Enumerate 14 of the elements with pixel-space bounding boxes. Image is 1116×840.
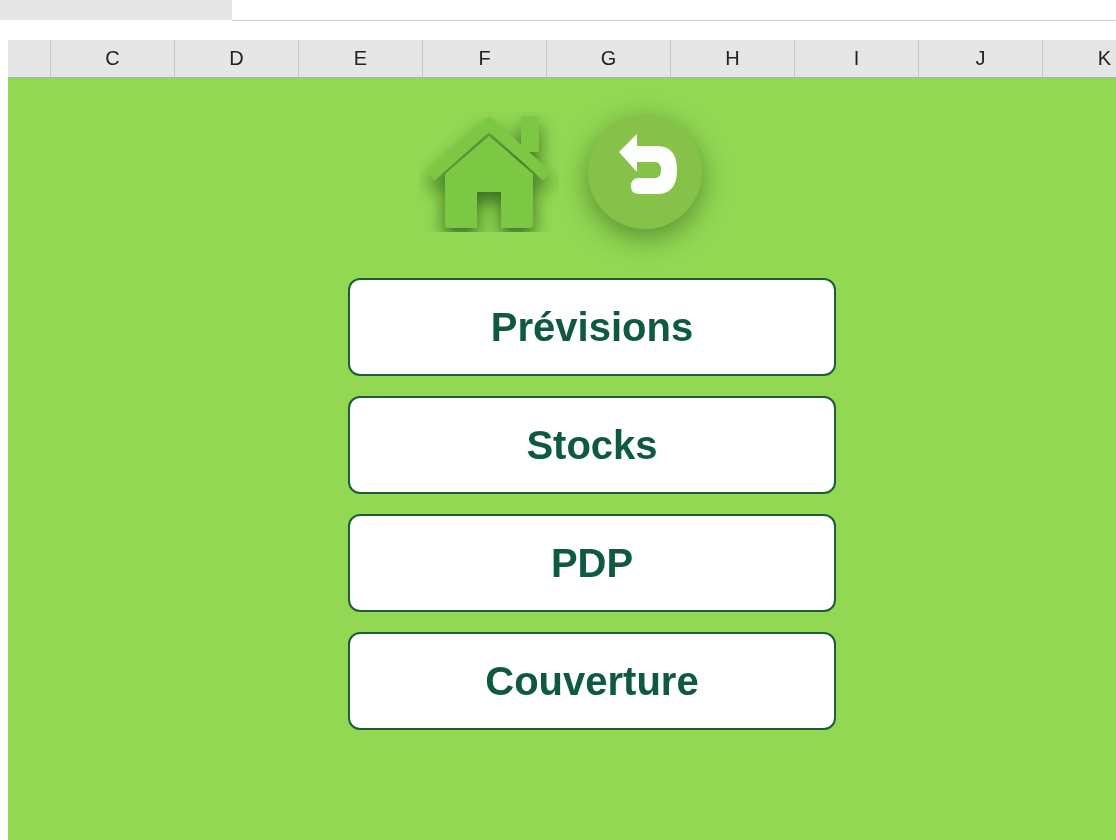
column-header[interactable]: G [547,40,671,77]
column-header[interactable]: C [51,40,175,77]
column-header[interactable]: D [175,40,299,77]
column-header[interactable]: I [795,40,919,77]
column-header[interactable]: H [671,40,795,77]
menu-button[interactable]: Stocks [348,396,836,494]
back-icon[interactable] [585,112,705,232]
column-header[interactable]: E [299,40,423,77]
column-header[interactable]: K [1043,40,1116,77]
menu-button[interactable]: Couverture [348,632,836,730]
menu-button[interactable]: Prévisions [348,278,836,376]
column-header[interactable]: J [919,40,1043,77]
column-header[interactable]: F [423,40,547,77]
menu-button[interactable]: PDP [348,514,836,612]
